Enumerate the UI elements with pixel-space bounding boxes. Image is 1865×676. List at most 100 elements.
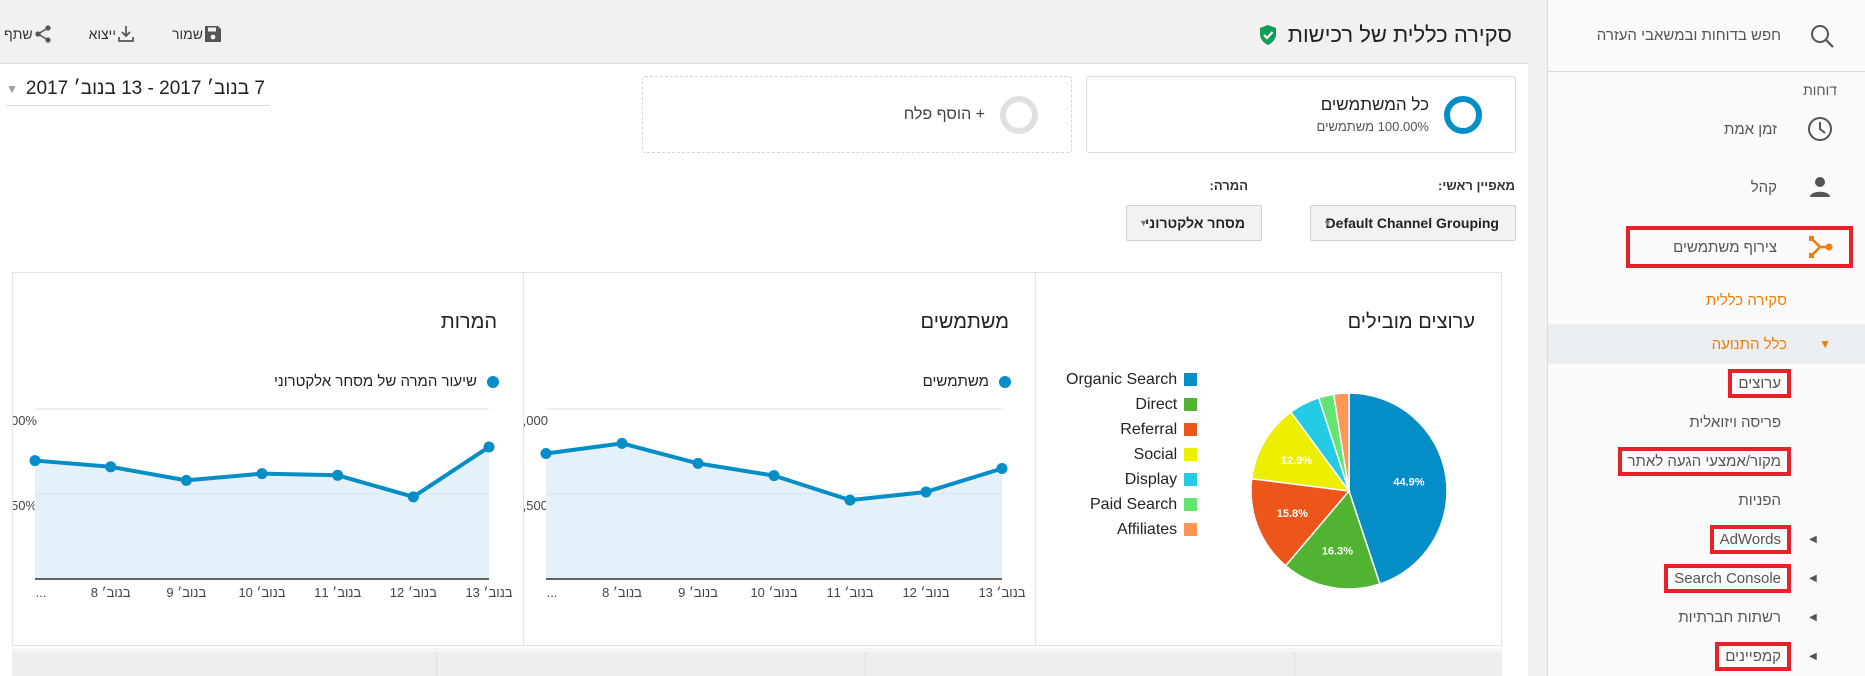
data-point[interactable] xyxy=(844,494,856,506)
save-button[interactable]: שמור xyxy=(172,24,231,44)
x-tick-label: בנוב׳ 13 xyxy=(978,585,1025,600)
date-range-text: 7 בנוב׳ 2017 - 13 בנוב׳ 2017 xyxy=(25,78,265,99)
users-line-chart: 5,000 2,500... בנוב׳ 8 בנוב׳ 9 בנוב׳ 10 בנוב׳… xyxy=(524,408,1026,600)
conversion-select[interactable]: מסחר אלקטרוני ▼ xyxy=(1126,205,1262,241)
pie-legend-item: Display xyxy=(1066,467,1198,492)
data-point[interactable] xyxy=(996,463,1008,474)
pie-legend-item: Referral xyxy=(1066,417,1198,442)
sidebar-subitem[interactable]: רשתות חברתיות ▶ xyxy=(1548,598,1865,637)
data-point[interactable] xyxy=(180,474,192,486)
x-tick-label: בנוב׳ 11 xyxy=(826,585,873,600)
sidebar-item-acquisition[interactable]: צירוף משתמשים xyxy=(1548,218,1865,276)
pie-data-label: 44.9% xyxy=(1393,476,1424,488)
sidebar-item-label: סקירה כללית xyxy=(1705,291,1787,309)
x-tick-label: ... xyxy=(547,585,558,600)
y-tick-label: 1.50% xyxy=(13,498,37,513)
page-title-text: סקירה כללית של רכישות xyxy=(1287,22,1512,47)
sidebar-item-overview[interactable]: סקירה כללית xyxy=(1548,276,1865,324)
data-point[interactable] xyxy=(29,455,41,467)
download-icon xyxy=(118,26,134,42)
legend-swatch xyxy=(1184,523,1198,536)
legend-swatch xyxy=(1184,473,1198,486)
sidebar-item-label: קהל xyxy=(1750,178,1777,196)
legend-label: Display xyxy=(1124,470,1178,488)
legend-swatch xyxy=(1184,423,1198,436)
add-segment-button[interactable]: + הוסף פלח xyxy=(642,76,1072,153)
conversions-panel: המרות שיעור המרה של מסחר אלקטרוני 3.00%1… xyxy=(13,273,523,645)
export-button[interactable]: ייצוא xyxy=(89,24,144,44)
sidebar-item-label: כלל התנועה xyxy=(1711,335,1787,353)
data-point[interactable] xyxy=(407,491,419,503)
acquisition-icon xyxy=(1805,232,1835,262)
data-point[interactable] xyxy=(332,469,344,481)
y-tick-label: 5,000 xyxy=(524,413,548,428)
users-panel: משתמשים משתמשים 5,0002,500...בנוב׳ 8בנוב… xyxy=(523,273,1035,645)
legend-label: Affiliates xyxy=(1116,520,1178,538)
search-icon xyxy=(1809,23,1835,49)
primary-dimension-select[interactable]: Default Channel Grouping ▼ xyxy=(1310,205,1516,241)
sidebar-item-label: קמפיינים xyxy=(1715,642,1791,671)
x-tick-label: בנוב׳ 8 xyxy=(91,585,131,600)
sidebar-subitem[interactable]: Search Console ▶ xyxy=(1548,559,1865,598)
clock-icon xyxy=(1805,114,1835,144)
conversion-label: המרה: xyxy=(1209,178,1248,193)
legend-label: Social xyxy=(1133,445,1178,463)
segment-name: כל המשתמשים xyxy=(1320,95,1429,114)
sidebar-item-audience[interactable]: קהל xyxy=(1548,158,1865,216)
chevron-down-icon: ▼ xyxy=(6,82,18,96)
data-point[interactable] xyxy=(256,468,268,480)
sidebar-search[interactable]: חפש בדוחות ובמשאבי העזרה xyxy=(1548,0,1865,72)
segment-all-users[interactable]: כל המשתמשים 100.00% משתמשים xyxy=(1086,76,1516,153)
data-point[interactable] xyxy=(105,461,117,473)
data-point[interactable] xyxy=(692,457,704,469)
pie-legend-item: Social xyxy=(1066,442,1198,467)
conversions-line-chart: 3.00% 1.50%... בנוב׳ 8 בנוב׳ 9 בנוב׳ 10 בנוב׳… xyxy=(13,408,513,600)
charts-row: ערוצים מובילים 44.9% 16.3% 15.8% 12.9% Orga… xyxy=(12,272,1502,646)
segment-percentage: 100.00% משתמשים xyxy=(1316,119,1429,134)
data-point[interactable] xyxy=(483,441,495,453)
sidebar-item-label: Search Console xyxy=(1664,564,1791,593)
conversion-value: מסחר אלקטרוני xyxy=(1144,215,1245,231)
x-tick-label: בנוב׳ 9 xyxy=(678,585,718,600)
share-button[interactable]: שתף xyxy=(4,24,61,44)
report-toolbar: שתף ייצוא שמור xyxy=(4,24,259,44)
sidebar-subitem[interactable]: מקור/אמצעי הגעה לאתר xyxy=(1548,442,1865,481)
add-segment-label: + הוסף פלח xyxy=(903,105,985,123)
x-tick-label: בנוב׳ 12 xyxy=(390,585,437,600)
sidebar-subitem[interactable]: AdWords ▶ xyxy=(1548,520,1865,559)
save-label: שמור xyxy=(171,26,203,42)
table-col-divider xyxy=(865,652,866,676)
save-icon xyxy=(204,26,221,42)
sidebar-subitem[interactable]: הפניות xyxy=(1548,481,1865,520)
search-input[interactable]: חפש בדוחות ובמשאבי העזרה xyxy=(1597,27,1781,44)
data-point[interactable] xyxy=(540,448,552,460)
sidebar-item-all-traffic[interactable]: ▼ כלל התנועה xyxy=(1548,324,1865,364)
date-range-picker[interactable]: ▼ 7 בנוב׳ 2017 - 13 בנוב׳ 2017 xyxy=(6,78,270,106)
x-tick-label: בנוב׳ 10 xyxy=(238,585,285,600)
sidebar-subitem[interactable]: ערוצים xyxy=(1548,364,1865,403)
sidebar-subitem[interactable]: פריסה ויזואלית xyxy=(1548,403,1865,442)
reports-section-label: דוחות xyxy=(1803,82,1837,98)
triangle-right-icon: ▶ xyxy=(1809,573,1817,584)
x-tick-label: בנוב׳ 12 xyxy=(902,585,949,600)
report-header: סקירה כללית של רכישות שתף ייצוא שמור xyxy=(0,0,1528,64)
y-tick-label: 2,500 xyxy=(524,498,548,513)
primary-dimension-label: מאפיין ראשי: xyxy=(1438,178,1515,193)
pie-data-label: 15.8% xyxy=(1277,508,1308,520)
pie-legend-item: Affiliates xyxy=(1066,517,1198,542)
sidebar-subitem[interactable]: קמפיינים ▶ xyxy=(1548,637,1865,676)
sidebar-item-label: פריסה ויזואלית xyxy=(1689,414,1781,431)
legend-swatch xyxy=(1184,398,1198,411)
data-point[interactable] xyxy=(920,486,932,498)
person-icon xyxy=(1805,172,1835,202)
pie-data-label: 16.3% xyxy=(1322,546,1353,558)
table-col-divider xyxy=(436,652,437,676)
scrollbar[interactable] xyxy=(1528,0,1547,676)
share-icon xyxy=(35,25,51,43)
legend-label: Direct xyxy=(1135,395,1178,413)
data-point[interactable] xyxy=(768,470,780,482)
data-point[interactable] xyxy=(616,437,628,449)
legend-swatch xyxy=(1184,498,1198,511)
sidebar-item-realtime[interactable]: זמן אמת xyxy=(1548,100,1865,158)
sidebar-item-label: AdWords xyxy=(1709,525,1792,554)
